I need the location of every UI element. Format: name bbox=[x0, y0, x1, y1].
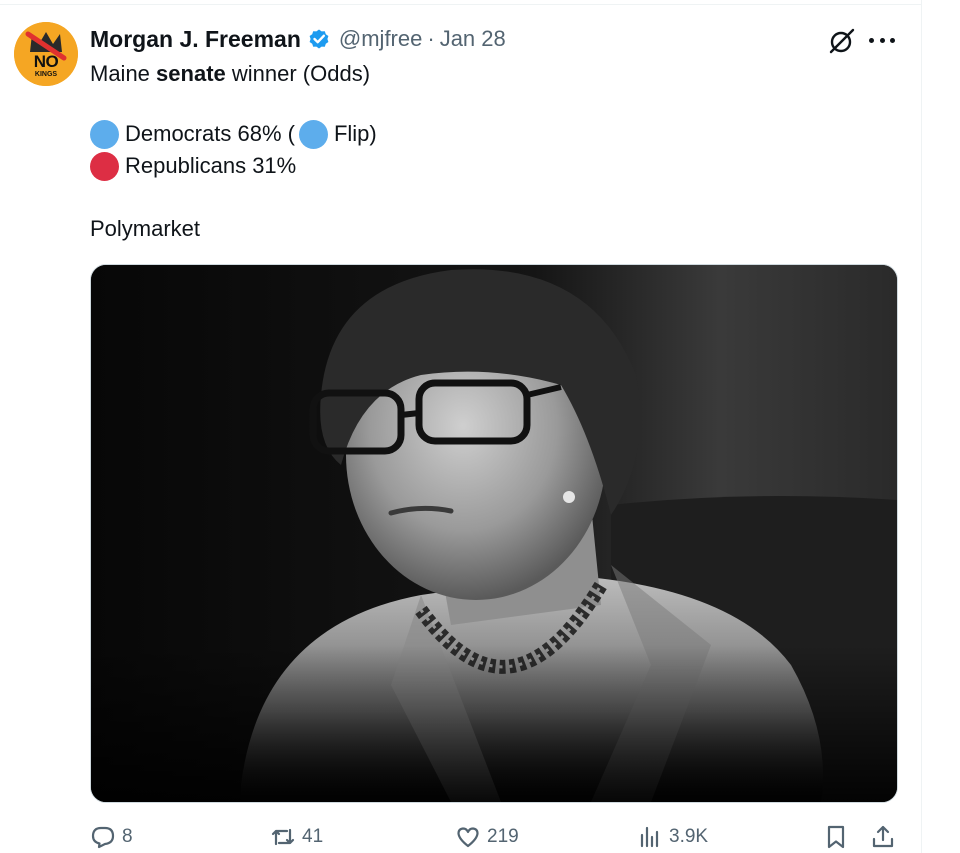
flip-label: Flip) bbox=[333, 121, 377, 146]
repost-button[interactable]: 41 bbox=[270, 820, 323, 853]
action-bar: 8 41 219 3.9K bbox=[0, 820, 921, 853]
blue-circle-icon bbox=[298, 119, 328, 149]
blue-circle-icon bbox=[90, 119, 119, 149]
title-prefix: Maine bbox=[90, 61, 157, 86]
share-button[interactable] bbox=[870, 820, 902, 853]
handle[interactable]: @mjfree bbox=[339, 26, 422, 52]
separator-dot: · bbox=[427, 26, 435, 51]
analytics-icon bbox=[640, 826, 659, 848]
timestamp[interactable]: Jan 28 bbox=[440, 26, 506, 52]
repost-count: 41 bbox=[302, 826, 324, 847]
portrait-photo bbox=[91, 265, 897, 802]
view-count: 3.9K bbox=[669, 826, 709, 847]
share-icon bbox=[872, 825, 894, 848]
red-circle-icon bbox=[90, 151, 119, 181]
repost-icon bbox=[271, 828, 295, 846]
heart-icon bbox=[457, 827, 479, 848]
tweet-media-photo[interactable] bbox=[90, 264, 898, 803]
verified-badge-icon[interactable] bbox=[307, 27, 331, 51]
tweet-line-source: Polymarket bbox=[90, 216, 201, 241]
views-button[interactable]: 3.9K bbox=[637, 820, 708, 853]
reply-button[interactable]: 8 bbox=[90, 820, 133, 853]
more-options-icon[interactable] bbox=[869, 36, 895, 44]
democrats-odds: Democrats 68% ( bbox=[125, 121, 295, 146]
tweet-header: Morgan J. Freeman @mjfree · Jan 28 bbox=[90, 23, 506, 55]
like-button[interactable]: 219 bbox=[455, 820, 519, 853]
display-name[interactable]: Morgan J. Freeman bbox=[90, 26, 301, 53]
title-suffix: winner (Odds) bbox=[225, 61, 371, 86]
reply-count: 8 bbox=[122, 826, 133, 847]
avatar[interactable]: NO KINGS bbox=[14, 22, 78, 86]
bookmark-icon bbox=[827, 825, 845, 849]
avatar-kings-text: KINGS bbox=[34, 71, 58, 78]
right-divider bbox=[921, 0, 922, 853]
tweet-line-republicans: Republicans 31% bbox=[90, 151, 296, 181]
tweet-line-democrats: Democrats 68% ( Flip) bbox=[90, 119, 377, 149]
avatar-no-text: NO bbox=[33, 52, 59, 71]
tweet-line-title: Maine senate winner (Odds) bbox=[90, 59, 370, 89]
grok-icon[interactable] bbox=[828, 27, 856, 55]
republicans-odds: Republicans 31% bbox=[125, 153, 297, 178]
tweet-page: NO KINGS Morgan J. Freeman @mjfree · Jan… bbox=[0, 0, 960, 853]
top-divider bbox=[0, 4, 921, 5]
like-count: 219 bbox=[487, 826, 519, 847]
reply-icon bbox=[91, 826, 115, 849]
title-bold: senate bbox=[156, 61, 226, 86]
bookmark-button[interactable] bbox=[823, 820, 855, 853]
